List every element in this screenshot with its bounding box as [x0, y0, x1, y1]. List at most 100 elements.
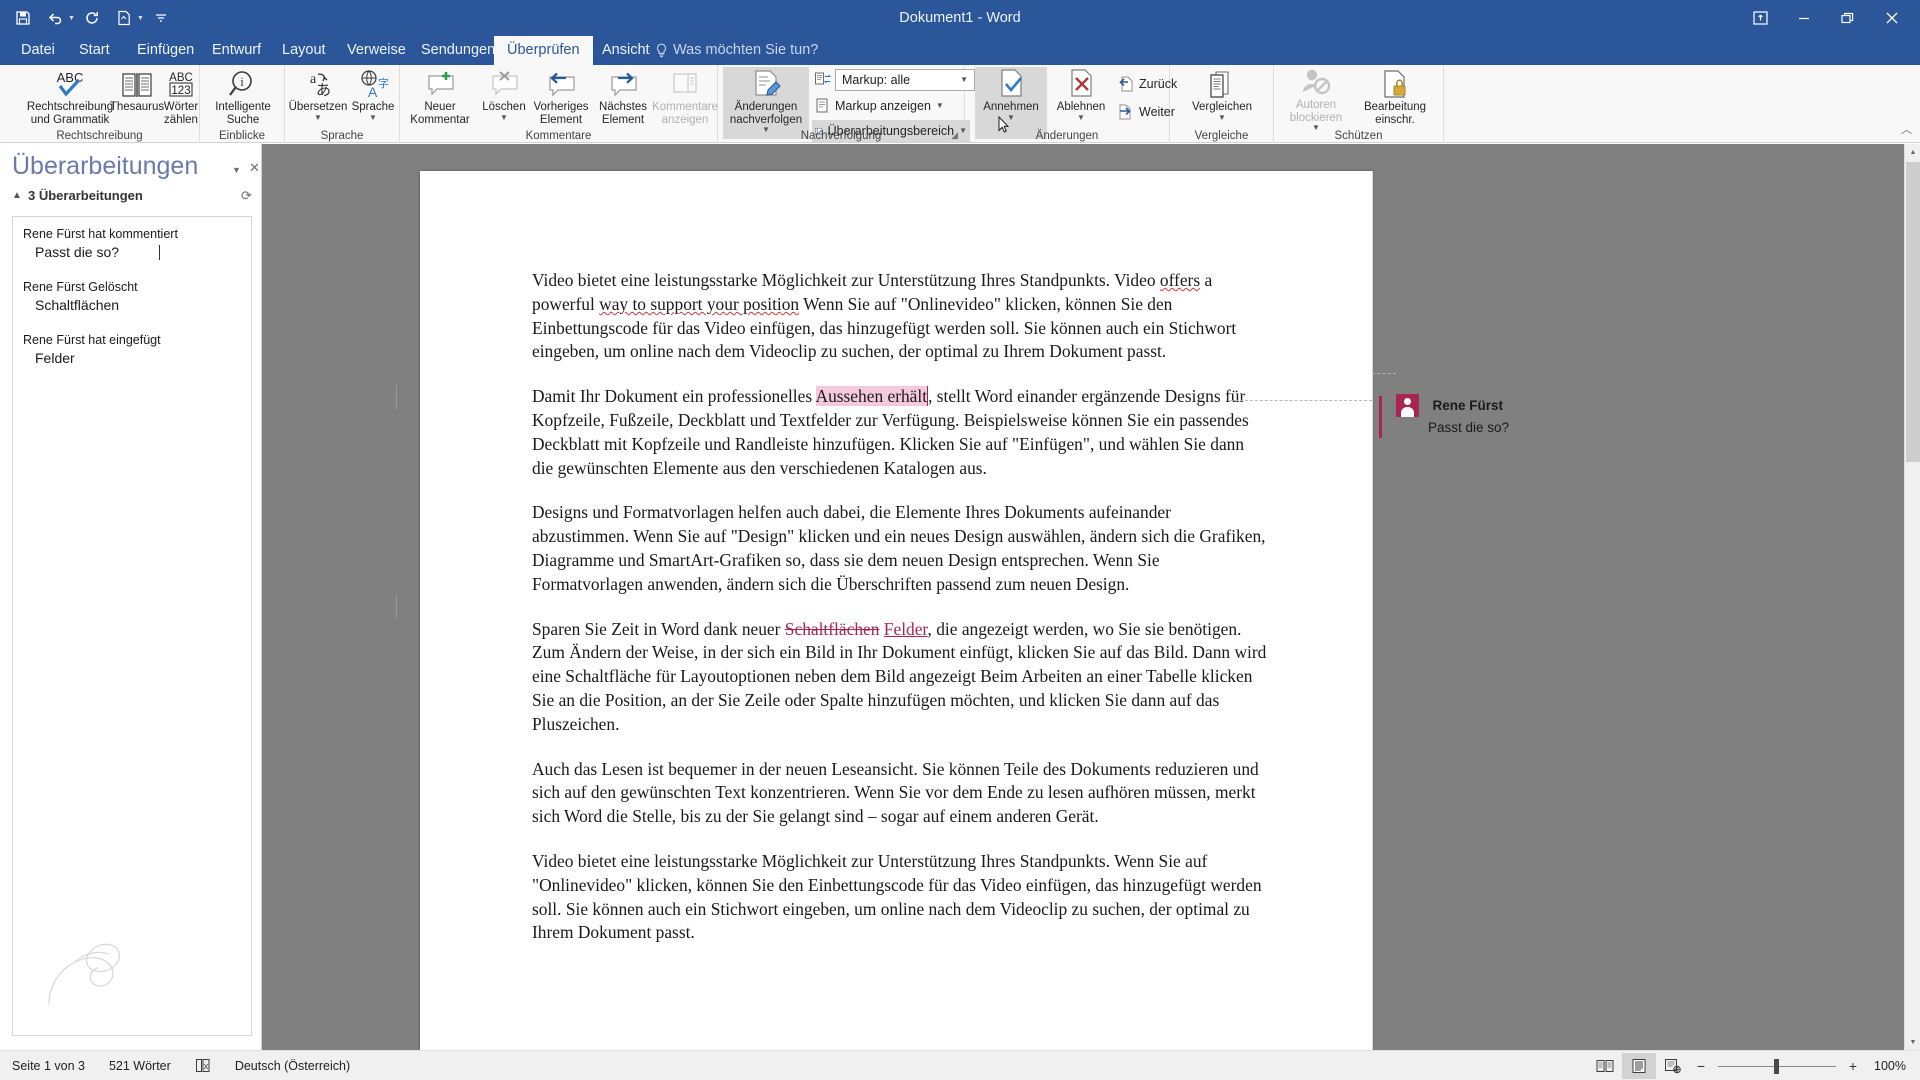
refresh-icon[interactable]: ⟳	[241, 188, 252, 204]
tab-einfuegen[interactable]: Einfügen	[124, 36, 207, 65]
ribbon-group-einblicke: i Intelligente Suche Einblicke	[200, 65, 285, 143]
group-label-kommentare: Kommentare	[525, 130, 592, 142]
scroll-down-icon[interactable]: ▼	[1905, 1034, 1920, 1050]
revision-item[interactable]: Rene Fürst hat eingefügt Felder	[23, 333, 241, 366]
track-changes-button[interactable]: Änderungen nachverfolgen ▼	[723, 67, 809, 139]
translate-dropdown-icon[interactable]: ▼	[314, 113, 322, 122]
status-bar: Seite 1 von 3 521 Wörter x Deutsch (Öste…	[0, 1050, 1920, 1080]
compare-button[interactable]: Vergleichen ▼	[1182, 67, 1262, 127]
tab-entwurf[interactable]: Entwurf	[199, 36, 274, 65]
reviewing-pane-collapse-icon[interactable]: ▲	[12, 190, 22, 201]
accept-button[interactable]: Annehmen ▼	[975, 67, 1047, 139]
previous-comment-button[interactable]: Vorheriges Element	[530, 67, 592, 127]
revision-body[interactable]: Passt die so?	[23, 244, 241, 260]
ribbon: ABC Rechtschreibung und Grammatik Thesau…	[0, 65, 1920, 143]
paragraph-5[interactable]: Auch das Lesen ist bequemer in der neuen…	[532, 758, 1267, 829]
read-mode-icon[interactable]	[1588, 1053, 1622, 1079]
comment-header: Rene Fürst	[1396, 394, 1646, 417]
track-changes-icon	[748, 67, 784, 99]
paragraph-4[interactable]: Sparen Sie Zeit in Word dank neuer Schal…	[532, 618, 1267, 737]
revision-item[interactable]: Rene Fürst Gelöscht Schaltflächen	[23, 280, 241, 313]
close-icon[interactable]: ✕	[249, 160, 260, 176]
show-markup-dropdown-icon[interactable]: ▼	[936, 102, 944, 110]
document-body[interactable]: Video bietet eine leistungsstarke Möglic…	[532, 269, 1267, 966]
vertical-scrollbar[interactable]: ▲ ▼	[1904, 144, 1920, 1050]
minimize-icon[interactable]	[1782, 3, 1826, 33]
web-layout-icon[interactable]	[1656, 1053, 1690, 1079]
run-text: Damit Ihr Dokument ein professionelles	[532, 386, 816, 407]
translate-button[interactable]: aあ Übersetzen ▼	[287, 67, 349, 127]
inserted-text[interactable]: Felder	[884, 619, 928, 639]
magnifier-info-icon: i	[227, 67, 259, 99]
previous-change-icon	[1119, 76, 1133, 92]
reject-dropdown-icon[interactable]: ▼	[1077, 113, 1085, 122]
tab-verweise[interactable]: Verweise	[334, 36, 419, 65]
tab-layout[interactable]: Layout	[269, 36, 339, 65]
print-layout-icon[interactable]	[1622, 1053, 1656, 1079]
tab-start[interactable]: Start	[66, 36, 123, 65]
next-comment-button[interactable]: Nächstes Element	[592, 67, 654, 127]
comment-balloon[interactable]: Rene Fürst Passt die so?	[1396, 394, 1646, 435]
ribbon-display-options-icon[interactable]	[1738, 3, 1782, 33]
block-authors-button[interactable]: Autoren blockieren ▼	[1278, 67, 1354, 132]
revision-body-text: Passt die so?	[35, 244, 120, 260]
language-button[interactable]: A字 Sprache ▼	[347, 67, 399, 127]
comment-anchor-highlight[interactable]: Aussehen erhält	[815, 386, 929, 407]
reviewing-pane-menu-icon[interactable]: ▼	[232, 165, 241, 175]
ribbon-group-aenderungen: Annehmen ▼ Ablehnen ▼ Zurück Weiter Ände…	[965, 65, 1177, 143]
paragraph-6[interactable]: Video bietet eine leistungsstarke Möglic…	[532, 850, 1267, 945]
restore-icon[interactable]	[1826, 3, 1870, 33]
new-comment-button[interactable]: Neuer Kommentar	[404, 67, 476, 127]
proofing-errors-icon[interactable]: x	[183, 1051, 223, 1080]
reject-button[interactable]: Ablehnen ▼	[1049, 67, 1113, 139]
show-comments-button[interactable]: Kommentare anzeigen	[652, 67, 718, 127]
markup-mode-dropdown[interactable]: Markup: alle ▼	[835, 69, 975, 91]
grammar-error: way to support your position	[599, 293, 800, 314]
revision-item[interactable]: Rene Fürst hat kommentiert Passt die so?	[23, 227, 241, 260]
new-comment-label: Neuer Kommentar	[410, 101, 470, 126]
zoom-thumb[interactable]	[1774, 1058, 1779, 1074]
smart-lookup-button[interactable]: i Intelligente Suche	[205, 67, 281, 127]
paragraph-1[interactable]: Video bietet eine leistungsstarke Möglic…	[532, 269, 1267, 364]
tell-me-box[interactable]: Was möchten Sie tun?	[655, 36, 818, 65]
language-indicator[interactable]: Deutsch (Österreich)	[223, 1051, 362, 1080]
close-icon[interactable]	[1870, 3, 1914, 33]
delete-comment-button[interactable]: Löschen ▼	[476, 67, 532, 127]
document-canvas[interactable]: Video bietet eine leistungsstarke Möglic…	[262, 144, 1904, 1055]
delete-dropdown-icon[interactable]: ▼	[500, 113, 508, 122]
group-label-vergleiche: Vergleiche	[1194, 130, 1249, 142]
translate-label: Übersetzen	[288, 101, 348, 113]
document-page[interactable]: Video bietet eine leistungsstarke Möglic…	[396, 171, 1373, 1055]
tab-ansicht[interactable]: Ansicht	[589, 36, 663, 65]
restrict-editing-lock-icon	[1380, 67, 1410, 99]
language-dropdown-icon[interactable]: ▼	[369, 113, 377, 122]
run-text: Video bietet eine leistungsstarke Möglic…	[532, 850, 1262, 943]
collapse-ribbon-icon[interactable]: ︿	[1901, 121, 1912, 137]
accept-change-icon	[995, 67, 1027, 99]
svg-text:i: i	[240, 74, 244, 89]
restrict-editing-button[interactable]: Bearbeitung einschr.	[1354, 67, 1436, 127]
run-text: Auch das Lesen ist bequemer in der neuen…	[532, 758, 1259, 827]
previous-comment-label: Vorheriges Element	[533, 101, 589, 126]
zoom-in-button[interactable]: +	[1842, 1058, 1864, 1074]
scroll-up-icon[interactable]: ▲	[1905, 144, 1920, 160]
paragraph-2[interactable]: Damit Ihr Dokument ein professionelles A…	[532, 385, 1267, 480]
group-label-einblicke: Einblicke	[218, 130, 266, 142]
zoom-slider[interactable]	[1712, 1053, 1842, 1079]
revision-list[interactable]: Rene Fürst hat kommentiert Passt die so?…	[12, 216, 252, 1036]
scrollbar-thumb[interactable]	[1906, 162, 1920, 462]
word-count-indicator[interactable]: 521 Wörter	[97, 1051, 183, 1080]
revision-body: Schaltflächen	[35, 297, 120, 313]
compare-dropdown-icon[interactable]: ▼	[1218, 113, 1226, 122]
next-change-button[interactable]: Weiter	[1115, 101, 1178, 123]
tab-ueberpruefen[interactable]: Überprüfen	[494, 36, 593, 65]
show-markup-button[interactable]: Markup anzeigen ▼	[812, 95, 947, 117]
comment-connector-line	[1372, 373, 1396, 374]
deleted-text[interactable]: Schaltflächen	[785, 619, 880, 639]
page-indicator[interactable]: Seite 1 von 3	[0, 1051, 97, 1080]
zoom-level[interactable]: 100%	[1864, 1059, 1920, 1073]
zoom-out-button[interactable]: −	[1690, 1058, 1712, 1074]
tab-datei[interactable]: Datei	[8, 36, 68, 65]
restrict-editing-label: Bearbeitung einschr.	[1363, 101, 1427, 126]
paragraph-3[interactable]: Designs und Formatvorlagen helfen auch d…	[532, 501, 1267, 596]
